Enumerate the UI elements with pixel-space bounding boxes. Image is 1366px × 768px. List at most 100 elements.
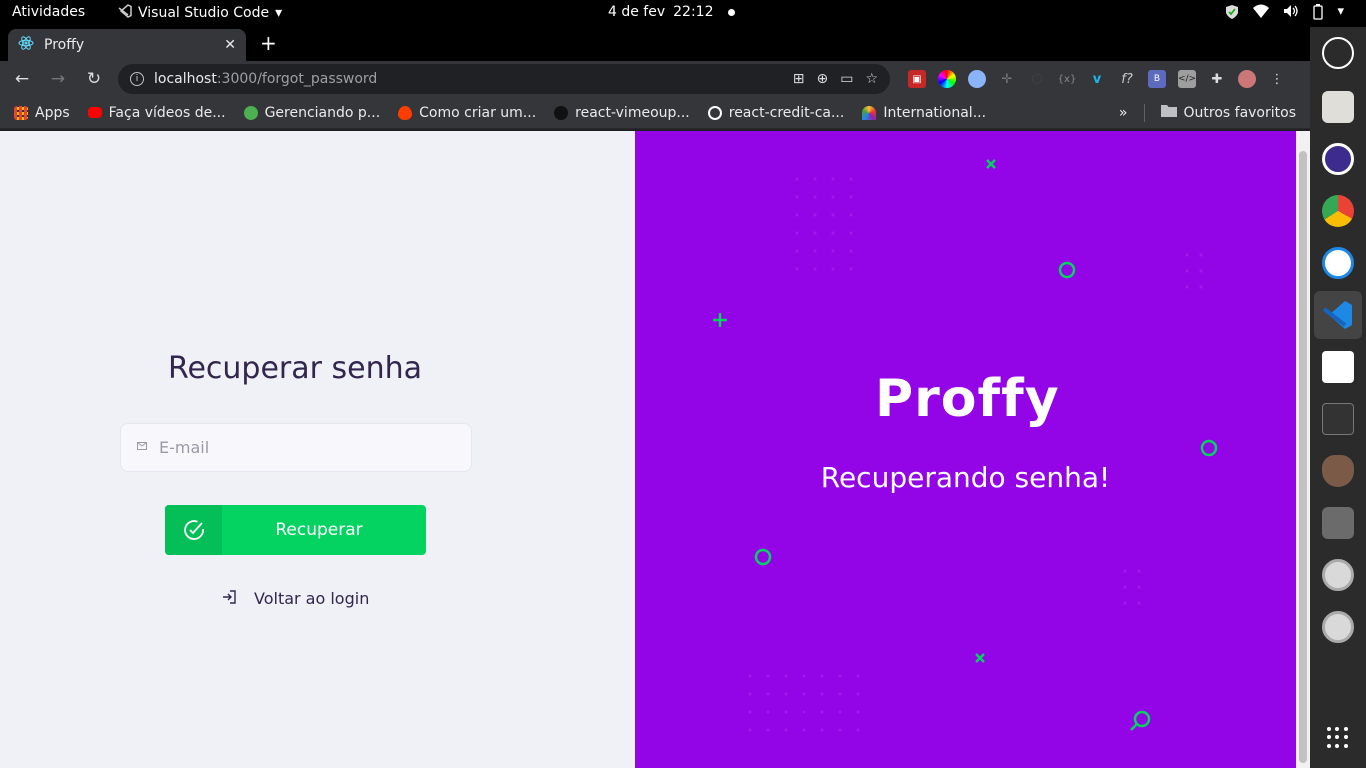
postgres-icon[interactable] <box>1322 455 1354 487</box>
insomnia-icon[interactable] <box>1322 247 1354 279</box>
new-tab-icon[interactable]: + <box>260 31 277 55</box>
dot-grid-decoration <box>748 177 1203 732</box>
files-icon[interactable] <box>1322 91 1354 123</box>
email-field[interactable] <box>120 423 472 472</box>
bookmark-icon <box>243 105 258 120</box>
disk-drive-icon[interactable] <box>1322 611 1354 643</box>
profile-avatar[interactable] <box>1238 70 1256 88</box>
address-bar[interactable]: i localhost:3000/forgot_password ⊞ ⊕ ▭ ☆ <box>118 64 890 94</box>
vscode-icon <box>118 4 132 22</box>
magnifier-decoration-icon <box>1133 710 1151 728</box>
extension-code-icon[interactable]: {x} <box>1058 70 1077 88</box>
youtube-icon <box>87 107 102 118</box>
vscode-dock-icon[interactable] <box>1322 299 1354 331</box>
bookmark-como-criar[interactable]: Como criar um... <box>398 105 536 121</box>
activities-button[interactable]: Atividades <box>12 4 85 20</box>
menu-kebab-icon[interactable]: ⋮ <box>1268 70 1286 88</box>
email-input[interactable] <box>159 438 439 457</box>
extension-devtools-icon[interactable]: </> <box>1178 70 1196 88</box>
recover-button[interactable]: Recuperar <box>165 505 426 555</box>
volume-icon <box>1283 4 1299 24</box>
magnifier-handle-decoration <box>1130 723 1138 731</box>
extension-shield-icon[interactable]: ⬡ <box>1028 70 1046 88</box>
plus-decoration-icon <box>713 313 727 327</box>
tab-proffy[interactable]: Proffy ✕ <box>8 29 246 61</box>
extension-fonts-icon[interactable]: f? <box>1118 70 1136 88</box>
more-bookmarks-icon[interactable]: » <box>1119 105 1128 121</box>
bookmarks-bar: Apps Faça vídeos de... Gerenciando p... … <box>0 97 1310 129</box>
apps-grid-icon <box>14 105 28 120</box>
github-icon <box>554 105 569 120</box>
divider <box>1143 103 1145 122</box>
forward-icon[interactable]: → <box>46 69 70 89</box>
back-to-login-link[interactable]: Voltar ao login <box>222 589 369 608</box>
tab-title: Proffy <box>44 37 85 53</box>
bookmark-apps[interactable]: Apps <box>14 105 70 121</box>
cross-decoration-icon <box>986 159 996 169</box>
bookmark-react-credit-card[interactable]: react-credit-ca... <box>707 105 844 121</box>
ring-decoration-icon <box>1200 439 1218 457</box>
app-name: Visual Studio Code <box>138 5 270 21</box>
bookmark-gerenciando[interactable]: Gerenciando p... <box>243 105 380 121</box>
other-bookmarks-folder[interactable]: Outros favoritos <box>1160 104 1296 121</box>
show-applications-icon[interactable] <box>1327 727 1349 749</box>
extensions-puzzle-icon[interactable]: ✚ <box>1208 70 1226 88</box>
info-icon[interactable]: i <box>130 72 144 86</box>
tab-strip: Proffy ✕ + <box>0 27 1310 61</box>
forgot-password-form-panel: Recuperar senha Recuperar Voltar ao logi… <box>0 131 635 768</box>
extension-move-icon[interactable]: ✛ <box>998 70 1016 88</box>
back-icon[interactable]: ← <box>10 69 34 89</box>
close-tab-icon[interactable]: ✕ <box>224 37 236 53</box>
ubuntu-dock <box>1310 27 1366 768</box>
extension-color-picker-icon[interactable] <box>938 70 956 88</box>
back-to-login-label: Voltar ao login <box>254 589 370 608</box>
react-favicon-icon <box>18 35 34 55</box>
page-content: Recuperar senha Recuperar Voltar ao logi… <box>0 131 1296 768</box>
login-icon <box>222 589 236 608</box>
notification-dot-icon <box>727 8 735 16</box>
shield-icon <box>1225 4 1239 24</box>
system-tray[interactable]: ▾ <box>1225 4 1344 24</box>
url-text: localhost:3000/forgot_password <box>154 71 378 87</box>
disk-drive-icon[interactable] <box>1322 559 1354 591</box>
battery-icon <box>1313 4 1324 24</box>
bookmark-react-vimeoup[interactable]: react-vimeoup... <box>554 105 690 121</box>
wifi-icon <box>1253 4 1270 24</box>
check-circle-icon <box>165 505 222 555</box>
extension-circle-icon[interactable] <box>968 70 986 88</box>
app-menu[interactable]: Visual Studio Code ▾ <box>118 4 282 22</box>
ring-decoration-icon <box>1058 261 1076 279</box>
bookmark-star-icon[interactable]: ☆ <box>865 71 878 87</box>
obs-icon[interactable] <box>1322 37 1354 69</box>
chevron-down-icon: ▾ <box>275 5 283 21</box>
page-scrollbar[interactable] <box>1296 131 1310 768</box>
reader-mode-icon[interactable]: ▭ <box>840 71 853 87</box>
bookmark-youtube[interactable]: Faça vídeos de... <box>87 105 226 121</box>
text-editor-icon[interactable] <box>1322 351 1354 383</box>
extension-vimeo-icon[interactable]: v <box>1088 70 1106 88</box>
clock-time: 22:12 <box>673 4 714 20</box>
chrome-icon[interactable] <box>1322 195 1354 227</box>
background-decorations <box>713 159 1218 732</box>
gimp-icon[interactable] <box>1322 507 1354 539</box>
hero-panel: Proffy Recuperando senha! <box>635 131 1296 768</box>
cleaner-app-icon[interactable] <box>1322 143 1354 175</box>
page-title: Recuperar senha <box>167 351 423 386</box>
cross-decoration-icon <box>975 653 985 663</box>
bookmark-international[interactable]: International... <box>862 105 986 121</box>
flame-icon <box>398 105 413 120</box>
recover-button-label: Recuperar <box>275 520 363 540</box>
clock[interactable]: 4 de fev 22:12 <box>608 4 735 20</box>
scrollbar-thumb[interactable] <box>1299 151 1307 763</box>
mail-icon <box>137 442 147 453</box>
reload-icon[interactable]: ↻ <box>82 69 106 89</box>
extension-bitwarden-icon[interactable]: B <box>1148 70 1166 88</box>
zoom-icon[interactable]: ⊕ <box>816 71 828 87</box>
extension-red-icon[interactable]: ▣ <box>908 70 926 88</box>
translate-icon[interactable]: ⊞ <box>793 71 805 87</box>
nbc-icon <box>862 105 877 120</box>
extensions-bar: ▣ ✛ ⬡ {x} v f? B </> ✚ ⋮ <box>908 70 1286 88</box>
terminal-icon[interactable] <box>1322 403 1354 435</box>
proffy-logo: Proffy <box>875 369 1060 429</box>
ring-decoration-icon <box>754 548 772 566</box>
